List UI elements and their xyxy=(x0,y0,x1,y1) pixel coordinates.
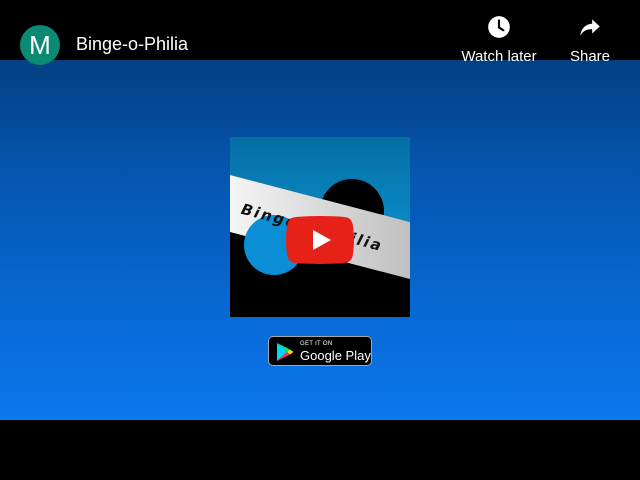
google-play-badge[interactable]: GET IT ON Google Play xyxy=(268,336,372,366)
badge-small-text: GET IT ON xyxy=(300,341,333,347)
channel-avatar[interactable]: M xyxy=(20,25,60,65)
clock-icon xyxy=(488,16,510,38)
player-top-bar: M Binge-o-Philia Watch later Share xyxy=(0,0,640,65)
share-label: Share xyxy=(569,48,611,65)
youtube-play-icon[interactable] xyxy=(286,216,354,264)
video-player[interactable]: Binge-o-Philia GET IT ON Google Play xyxy=(0,0,640,420)
video-title[interactable]: Binge-o-Philia xyxy=(76,33,188,55)
google-play-icon xyxy=(277,343,294,361)
share-arrow-icon xyxy=(580,19,600,36)
watch-later-label: Watch later xyxy=(461,48,537,65)
share-button[interactable]: Share xyxy=(566,14,614,65)
bottom-letterbox xyxy=(0,420,640,480)
badge-store-name: Google Play xyxy=(300,348,371,363)
watch-later-button[interactable]: Watch later xyxy=(456,14,542,65)
